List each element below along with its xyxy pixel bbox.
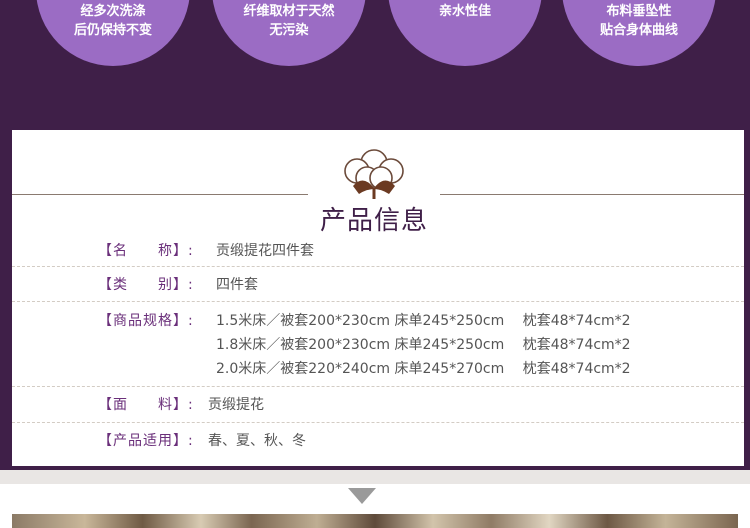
season-label: 【产品适用】: [98,433,194,449]
category-value: 四件套 [216,277,258,293]
product-photo [12,514,738,528]
feature-text-line1: 经多次洗涤 [80,4,146,19]
feature-text-line1: 纤维取材于天然 [243,4,335,19]
name-label: 【名 称】: [98,243,194,259]
cotton-flower-icon [344,149,404,199]
section-title: 产品信息 [319,206,428,236]
feature-circle-natural: 纤维取材于天然 无污染 [212,0,366,66]
name-value: 贡缎提花四件套 [216,243,314,259]
product-info-panel: 产品信息 【名 称】: 贡缎提花四件套 【类 别】: 四件套 【商品规格】: 1… [12,130,744,466]
fabric-label: 【面 料】: [98,397,194,413]
title-divider-right [440,194,744,195]
feature-circle-wash: 经多次洗涤 后仍保持不变 [36,0,190,66]
fabric-value: 贡缎提花 [208,397,264,413]
feature-text-line2: 贴合身体曲线 [599,23,678,38]
feature-text-line2: 无污染 [269,23,309,38]
spec-line: 1.5米床／被套200*230cm 床单245*250cm 枕套48*74cm*… [216,313,631,329]
spec-line: 2.0米床／被套220*240cm 床单245*270cm 枕套48*74cm*… [216,361,631,377]
title-divider-left [12,194,308,195]
feature-circle-hydrophilic: 亲水性佳 [388,0,542,66]
season-value: 春、夏、秋、冬 [208,433,306,449]
specs-label: 【商品规格】: [98,313,194,329]
row-divider [12,266,744,267]
category-label: 【类 别】: [98,277,194,293]
feature-text-line2: 后仍保持不变 [73,23,152,38]
row-divider [12,386,744,387]
row-divider [12,301,744,302]
row-divider [12,422,744,423]
feature-text-line1: 亲水性佳 [438,4,491,19]
feature-circle-drape: 布料垂坠性 贴合身体曲线 [562,0,716,66]
arrow-down-icon [348,488,376,504]
spec-line: 1.8米床／被套200*230cm 床单245*250cm 枕套48*74cm*… [216,337,631,353]
feature-band: 经多次洗涤 后仍保持不变 纤维取材于天然 无污染 亲水性佳 布料垂坠性 贴合身体… [0,0,750,130]
feature-text-line1: 布料垂坠性 [606,4,672,19]
